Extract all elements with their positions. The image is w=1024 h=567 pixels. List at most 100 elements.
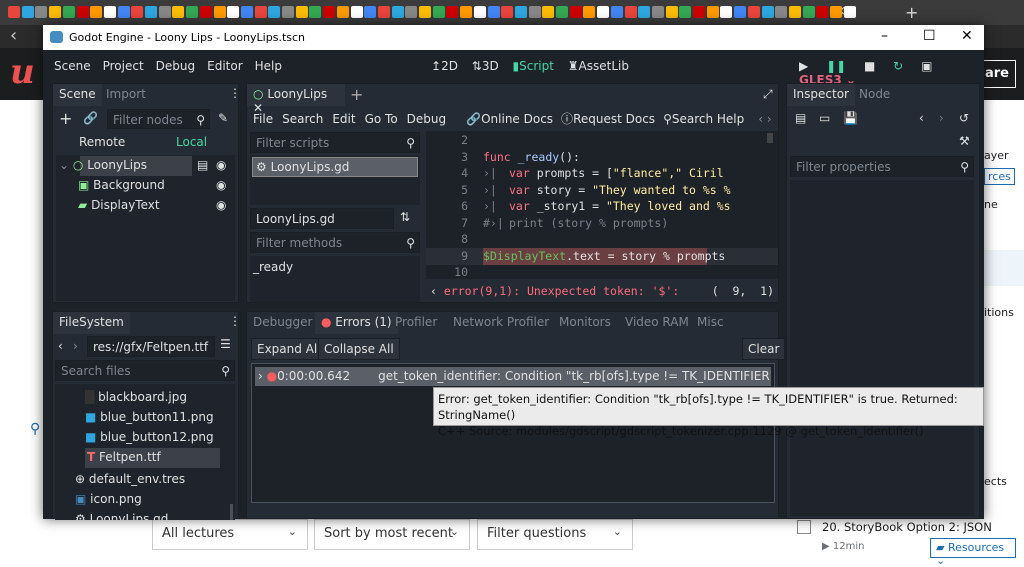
tab-favicon[interactable] (377, 6, 390, 18)
workspace-2d[interactable]: ↥2D (431, 59, 458, 73)
request-docs-link[interactable]: ⓘRequest Docs (561, 112, 655, 126)
scrollbar[interactable] (230, 504, 233, 520)
tab-favicon[interactable] (802, 6, 815, 18)
tab-favicon[interactable] (391, 6, 404, 18)
expand-all-button[interactable]: Expand All (251, 338, 327, 360)
prev-script-icon[interactable]: ‹ (758, 112, 767, 126)
tab-favicon[interactable] (323, 6, 336, 18)
tab-favicon[interactable] (843, 6, 856, 18)
toggle-panel-icon[interactable]: ‹ (430, 284, 444, 298)
remote-toggle[interactable]: Remote (79, 135, 125, 149)
tab-monitors[interactable]: Monitors (553, 312, 617, 334)
file-item[interactable]: ▆ blackboard.jpg (85, 390, 187, 404)
tab-favicon[interactable] (528, 6, 541, 18)
tab-favicon[interactable] (282, 6, 294, 18)
tab-favicon[interactable] (651, 6, 664, 18)
close-window-button[interactable]: ✕ (961, 28, 973, 44)
menu-scene[interactable]: Scene (54, 59, 91, 73)
menu-dots-icon[interactable]: ⋮ (229, 86, 241, 100)
search-files-input[interactable]: Search files ⚲ (55, 360, 235, 381)
tab-favicon[interactable] (35, 6, 48, 18)
tab-favicon[interactable] (487, 6, 500, 18)
resources-button[interactable]: ▰ Resources ⌄ (930, 538, 1016, 567)
tab-favicon[interactable] (679, 6, 692, 18)
tab-favicon[interactable] (254, 6, 267, 18)
tab-favicon[interactable] (830, 6, 842, 18)
tab-favicon[interactable] (610, 6, 623, 18)
clear-button[interactable]: Clear (742, 338, 786, 360)
tab-favicon[interactable] (295, 6, 308, 18)
tab-favicon[interactable] (158, 6, 171, 18)
file-item[interactable]: ⊕ default_env.tres (75, 472, 185, 486)
tree-node-background[interactable]: ▣ Background (78, 178, 165, 192)
tab-favicon[interactable] (693, 6, 705, 18)
tab-favicon[interactable] (350, 6, 363, 18)
menu-help[interactable]: Help (255, 59, 282, 73)
tab-filesystem[interactable]: FileSystem (53, 312, 130, 334)
tab-favicon[interactable] (76, 6, 89, 18)
search-icon[interactable]: ⚲ (30, 421, 40, 437)
next-script-icon[interactable]: › (767, 112, 772, 126)
share-button[interactable]: are (982, 60, 1016, 88)
tab-favicon[interactable] (542, 6, 555, 18)
tab-favicon[interactable] (309, 6, 322, 18)
filter-nodes-input[interactable]: Filter nodes ⚲ (107, 109, 210, 129)
file-item[interactable]: ■ blue_button11.png (85, 410, 214, 424)
movie-icon[interactable]: ▣ (921, 59, 932, 73)
menu-goto[interactable]: Go To (365, 112, 398, 126)
tab-favicon[interactable] (473, 6, 486, 18)
script-icon[interactable]: ▤ (197, 158, 208, 172)
menu-debug[interactable]: Debug (407, 112, 446, 126)
file-item[interactable]: ⚙ LoonyLips.gd (75, 512, 168, 520)
error-row[interactable]: › ●0:00:00.642 get_token_identifier: Cond… (255, 367, 771, 386)
tab-favicon[interactable] (336, 6, 349, 18)
history-forward-icon[interactable]: › (939, 111, 944, 125)
tools-icon[interactable]: ⚒ (959, 134, 970, 148)
tab-favicon[interactable] (583, 6, 596, 18)
save-icon[interactable]: 💾 (843, 111, 858, 125)
method-item[interactable]: _ready (253, 260, 293, 274)
tab-profiler[interactable]: Profiler (389, 312, 443, 334)
expand-icon[interactable]: › (258, 369, 267, 383)
play-icon[interactable]: ▶ (799, 59, 808, 73)
tab-favicon[interactable] (419, 6, 431, 18)
tab-favicon[interactable] (213, 6, 226, 18)
tab-favicon[interactable] (145, 6, 157, 18)
tab-favicon[interactable] (103, 6, 116, 18)
back-icon[interactable]: ‹ (58, 339, 63, 353)
tab-favicon[interactable] (501, 6, 514, 18)
new-resource-icon[interactable]: ▤ (795, 111, 806, 125)
tab-network-profiler[interactable]: Network Profiler (447, 312, 555, 334)
tab-inspector[interactable]: Inspector (787, 84, 855, 106)
script-item[interactable]: ⚙ LoonyLips.gd (252, 157, 418, 177)
tab-favicon[interactable] (775, 6, 788, 18)
history-icon[interactable]: ↺ (959, 111, 969, 125)
maximize-button[interactable]: ☐ (923, 28, 936, 44)
path-field[interactable]: res://gfx/Feltpen.ttf (87, 336, 215, 357)
distraction-free-icon[interactable]: ⤢ (763, 87, 773, 102)
reload-icon[interactable]: ↻ (893, 59, 903, 73)
list-view-icon[interactable]: ☰ (220, 337, 231, 351)
tab-favicon[interactable] (364, 6, 377, 18)
tab-favicon[interactable] (227, 6, 240, 18)
all-lectures-dropdown[interactable]: All lectures ⌄ (152, 519, 308, 550)
forward-icon[interactable]: › (73, 339, 78, 353)
sort-icon[interactable]: ⇅ (400, 210, 410, 224)
tab-favicon[interactable] (172, 6, 185, 18)
tab-favicon[interactable] (761, 6, 774, 18)
filter-questions-dropdown[interactable]: Filter questions ⌄ (477, 519, 633, 550)
sort-dropdown[interactable]: Sort by most recent ⌄ (314, 519, 470, 550)
tab-favicon[interactable] (405, 6, 418, 18)
back-button[interactable]: ‹ (10, 25, 17, 46)
history-back-icon[interactable]: ‹ (919, 111, 924, 125)
menu-edit[interactable]: Edit (332, 112, 355, 126)
tab-import[interactable]: Import (100, 84, 152, 106)
minimap[interactable] (767, 133, 773, 143)
menu-search[interactable]: Search (282, 112, 323, 126)
stop-icon[interactable]: ■ (864, 59, 875, 73)
local-toggle[interactable]: Local (176, 135, 207, 149)
collapse-all-button[interactable]: Collapse All (318, 338, 400, 360)
menu-file[interactable]: File (253, 112, 273, 126)
tree-node-loonylips[interactable]: ⌄ ○ LoonyLips (59, 158, 147, 172)
add-node-icon[interactable]: + (59, 109, 72, 128)
